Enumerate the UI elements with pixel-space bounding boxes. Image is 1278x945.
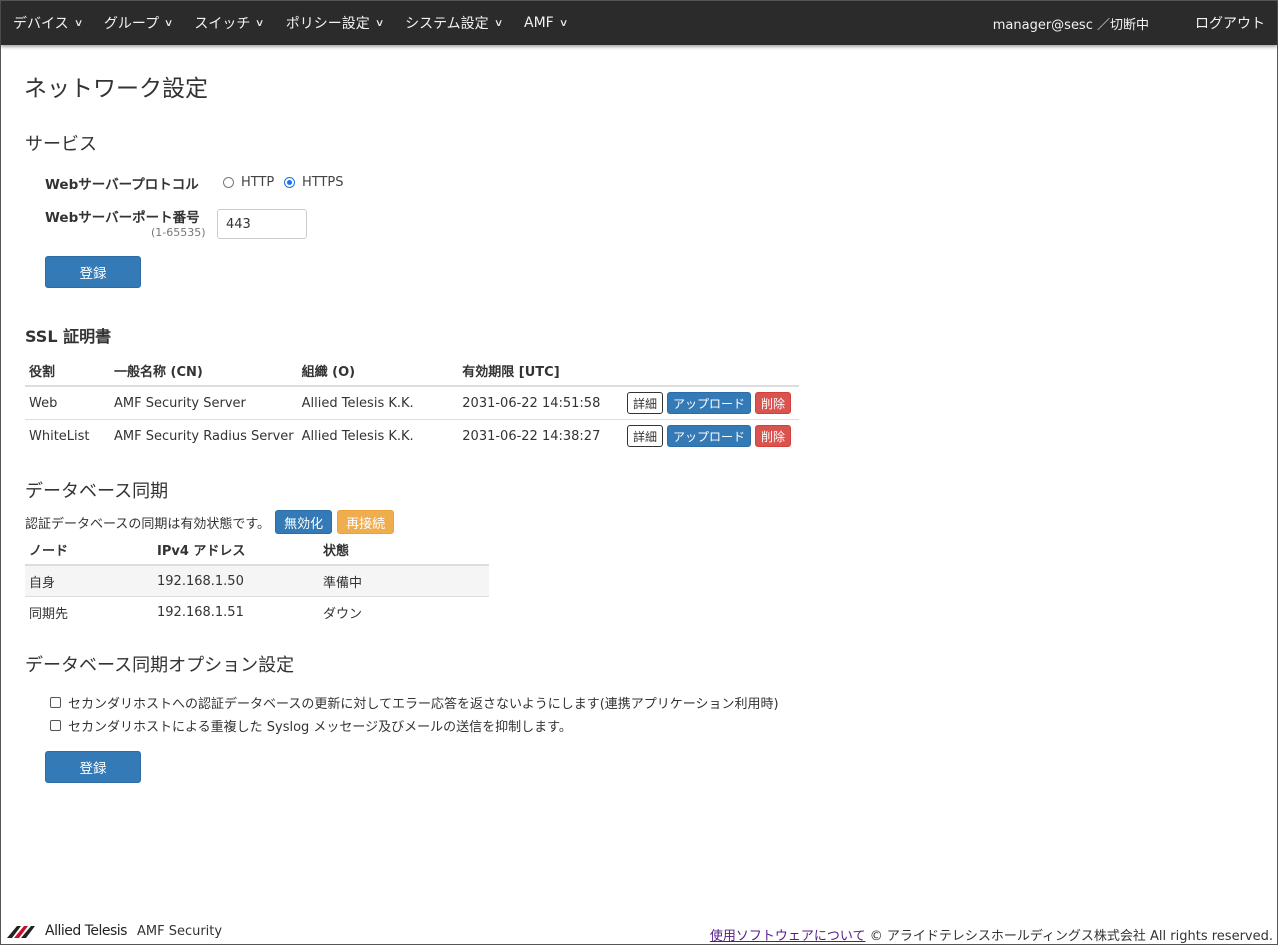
cell-cn: AMF Security Radius Server <box>110 419 298 452</box>
option-label: セカンダリホストによる重複した Syslog メッセージ及びメールの送信を抑制し… <box>68 720 572 735</box>
user-status: manager@sesc ／切断中 <box>992 17 1149 33</box>
checkbox-icon <box>50 697 61 708</box>
nav-system-settings[interactable]: システム設定 ∨ <box>405 13 504 33</box>
cell-expires: 2031-06-22 14:51:58 <box>458 385 623 420</box>
cell-actions: 詳細 アップロード 削除 <box>622 419 799 452</box>
chevron-down-icon: ∨ <box>73 17 84 29</box>
cell-expires: 2031-06-22 14:38:27 <box>458 419 623 452</box>
db-sync-table: ノード IPv4 アドレス 状態 自身 192.168.1.50 準備中 同期先… <box>25 534 489 627</box>
nav-label: スイッチ <box>194 16 251 32</box>
col-expires: 有効期限 [UTC] <box>458 355 623 387</box>
software-info-link[interactable]: 使用ソフトウェアについて <box>710 929 866 944</box>
nav-groups[interactable]: グループ ∨ <box>103 13 174 33</box>
protocol-label: Webサーバープロトコル <box>45 177 199 193</box>
logout-link[interactable]: ログアウト <box>1195 13 1265 33</box>
cell-role: Web <box>25 385 111 420</box>
top-navbar: デバイス ∨ グループ ∨ スイッチ ∨ ポリシー設定 ∨ システム設定 ∨ AMF ∨ m… <box>1 1 1277 45</box>
radio-http-label: HTTP <box>241 175 275 190</box>
port-range-hint: (1-65535) <box>151 226 206 239</box>
nav-label: AMF <box>524 15 554 31</box>
port-input[interactable] <box>217 209 307 239</box>
allied-telesis-logo-icon <box>7 926 35 938</box>
cell-ip: 192.168.1.50 <box>153 564 319 597</box>
nav-amf[interactable]: AMF ∨ <box>524 15 569 31</box>
service-submit-button[interactable]: 登録 <box>45 256 141 288</box>
delete-button[interactable]: 削除 <box>754 425 791 447</box>
cell-org: Allied Telesis K.K. <box>297 419 459 452</box>
cell-org: Allied Telesis K.K. <box>297 385 459 420</box>
col-cn: 一般名称 (CN) <box>110 355 298 387</box>
radio-https-label: HTTPS <box>302 175 344 190</box>
detail-button[interactable]: 詳細 <box>626 425 663 447</box>
col-state: 状態 <box>319 534 489 566</box>
nav-label: デバイス <box>13 16 69 32</box>
col-role: 役割 <box>25 355 111 387</box>
cell-ip: 192.168.1.51 <box>153 596 319 627</box>
checkbox-icon <box>50 720 61 731</box>
upload-button[interactable]: アップロード <box>666 392 751 414</box>
nav-label: ポリシー設定 <box>285 16 370 32</box>
table-row: Web AMF Security Server Allied Telesis K… <box>25 385 799 420</box>
chevron-down-icon: ∨ <box>163 17 174 29</box>
option-no-error-response[interactable]: セカンダリホストへの認証データベースの更新に対してエラー応答を返さないようにしま… <box>50 693 779 712</box>
table-row: 同期先 192.168.1.51 ダウン <box>25 596 489 627</box>
table-header-row: 役割 一般名称 (CN) 組織 (O) 有効期限 [UTC] <box>25 355 799 387</box>
footer-right: 使用ソフトウェアについて © アライドテレシスホールディングス株式会社 All … <box>710 925 1273 944</box>
nav-label: グループ <box>103 16 160 32</box>
db-sync-status-text: 認証データベースの同期は有効状態です。 <box>25 516 271 532</box>
disable-sync-button[interactable]: 無効化 <box>275 510 333 534</box>
db-sync-status: 認証データベースの同期は有効状態です。 無効化 再接続 <box>25 510 395 534</box>
radio-https[interactable]: HTTPS <box>284 175 344 190</box>
col-ip: IPv4 アドレス <box>153 534 319 566</box>
col-actions <box>622 355 799 387</box>
upload-button[interactable]: アップロード <box>666 425 751 447</box>
cell-role: WhiteList <box>25 419 111 452</box>
option-suppress-duplicate-syslog[interactable]: セカンダリホストによる重複した Syslog メッセージ及びメールの送信を抑制し… <box>50 716 572 735</box>
radio-http[interactable]: HTTP <box>223 175 274 190</box>
copyright-text: © アライドテレシスホールディングス株式会社 All rights reserv… <box>869 929 1273 944</box>
radio-circle-icon <box>223 177 234 188</box>
table-row: WhiteList AMF Security Radius Server All… <box>25 419 799 452</box>
nav-user-area: manager@sesc ／切断中 ログアウト <box>993 1 1265 45</box>
sync-options-heading: データベース同期オプション設定 <box>25 655 295 676</box>
cell-actions: 詳細 アップロード 削除 <box>622 385 799 420</box>
footer-brand: Allied Telesis AMF Security <box>7 923 222 939</box>
nav-menu: デバイス ∨ グループ ∨ スイッチ ∨ ポリシー設定 ∨ システム設定 ∨ AMF ∨ <box>13 1 589 45</box>
cell-state: 準備中 <box>319 564 489 597</box>
page-title: ネットワーク設定 <box>24 76 208 102</box>
option-label: セカンダリホストへの認証データベースの更新に対してエラー応答を返さないようにしま… <box>68 697 779 712</box>
footer-app-name: AMF Security <box>136 923 223 939</box>
nav-devices[interactable]: デバイス ∨ <box>13 13 84 33</box>
delete-button[interactable]: 削除 <box>754 392 791 414</box>
cell-node: 同期先 <box>25 596 153 627</box>
table-header-row: ノード IPv4 アドレス 状態 <box>25 534 489 566</box>
radio-checked-icon <box>284 177 295 188</box>
col-node: ノード <box>25 534 153 566</box>
ssl-cert-table: 役割 一般名称 (CN) 組織 (O) 有効期限 [UTC] Web AMF S… <box>25 355 799 452</box>
table-row: 自身 192.168.1.50 準備中 <box>25 564 489 597</box>
reconnect-button[interactable]: 再接続 <box>337 510 395 534</box>
cell-node: 自身 <box>25 564 153 597</box>
footer-logo-text: Allied Telesis <box>45 923 127 939</box>
detail-button[interactable]: 詳細 <box>626 392 663 414</box>
cell-state: ダウン <box>319 596 489 627</box>
ssl-heading: SSL 証明書 <box>25 327 112 346</box>
cell-cn: AMF Security Server <box>110 385 298 420</box>
nav-policy-settings[interactable]: ポリシー設定 ∨ <box>285 13 385 33</box>
nav-switches[interactable]: スイッチ ∨ <box>194 13 265 33</box>
port-label: Webサーバーポート番号 <box>45 210 200 226</box>
chevron-down-icon: ∨ <box>558 17 569 29</box>
nav-label: システム設定 <box>405 16 489 32</box>
chevron-down-icon: ∨ <box>255 17 265 29</box>
db-sync-heading: データベース同期 <box>25 481 169 502</box>
sync-options-submit-button[interactable]: 登録 <box>45 751 141 783</box>
chevron-down-icon: ∨ <box>374 17 385 29</box>
service-heading: サービス <box>25 134 97 155</box>
col-org: 組織 (O) <box>297 355 459 387</box>
chevron-down-icon: ∨ <box>493 17 504 29</box>
